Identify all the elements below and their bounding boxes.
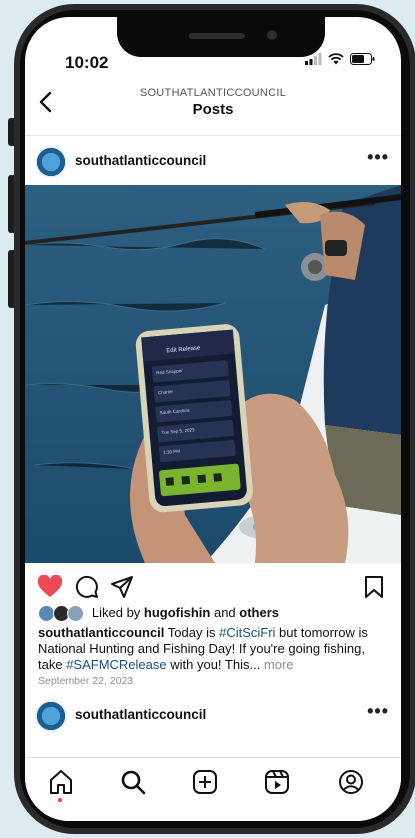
reels-icon[interactable] (263, 768, 291, 796)
post-date: September 22, 2023 (38, 675, 134, 687)
likes-row[interactable]: Liked by hugofishin and others (38, 605, 279, 623)
phone-notch (117, 17, 325, 57)
heart-filled-icon[interactable] (37, 575, 63, 599)
liked-mid: and (210, 605, 240, 620)
battery-icon (350, 53, 375, 65)
phone-screen: 10:02 SOUTHATLANTICCOUNCIL Posts southat… (25, 17, 401, 821)
hashtag-citscifri[interactable]: #CitSciFri (219, 625, 275, 640)
comment-icon[interactable] (75, 575, 99, 599)
posts-header: SOUTHATLANTICCOUNCIL Posts (25, 83, 401, 136)
bottom-tab-bar (25, 757, 401, 821)
liker-avatars (38, 605, 85, 623)
liked-prefix: Liked by (91, 605, 144, 620)
more-link[interactable]: more (264, 657, 294, 672)
next-post-username[interactable]: southatlanticcouncil (75, 707, 206, 722)
more-options-icon[interactable]: ••• (367, 701, 389, 722)
profile-icon[interactable] (337, 768, 365, 796)
caption-text-1: Today is (164, 625, 220, 640)
share-icon[interactable] (110, 575, 134, 599)
front-camera (267, 30, 277, 40)
post-header: southatlanticcouncil ••• (25, 135, 401, 189)
liker-avatar (67, 605, 85, 623)
liked-others[interactable]: others (239, 605, 279, 620)
avatar[interactable] (35, 146, 67, 178)
post-image[interactable]: Edit Release Red Snapper Charter South C… (25, 185, 401, 563)
home-icon[interactable] (47, 768, 75, 796)
liked-user[interactable]: hugofishin (144, 605, 210, 620)
post-username[interactable]: southatlanticcouncil (75, 153, 206, 168)
create-icon[interactable] (191, 768, 219, 796)
wifi-icon (328, 53, 344, 65)
post-caption: southatlanticcouncil Today is #CitSciFri… (38, 625, 390, 673)
caption-username[interactable]: southatlanticcouncil (38, 625, 164, 640)
hashtag-safmcrelease[interactable]: #SAFMCRelease (66, 657, 166, 672)
caption-text-3: with you! This... (166, 657, 264, 672)
account-name: SOUTHATLANTICCOUNCIL (139, 87, 287, 99)
post-photo-svg: Edit Release Red Snapper Charter South C… (25, 185, 401, 563)
bookmark-icon[interactable] (363, 575, 385, 599)
post-actions (25, 563, 401, 607)
speaker-grille (189, 33, 245, 39)
home-notification-dot (58, 798, 62, 802)
next-post-header: southatlanticcouncil ••• (25, 689, 401, 743)
page-title: Posts (192, 101, 234, 118)
avatar[interactable] (35, 700, 67, 732)
search-icon[interactable] (119, 768, 147, 796)
status-time: 10:02 (65, 53, 109, 72)
more-options-icon[interactable]: ••• (367, 147, 389, 168)
status-icons (305, 53, 375, 65)
